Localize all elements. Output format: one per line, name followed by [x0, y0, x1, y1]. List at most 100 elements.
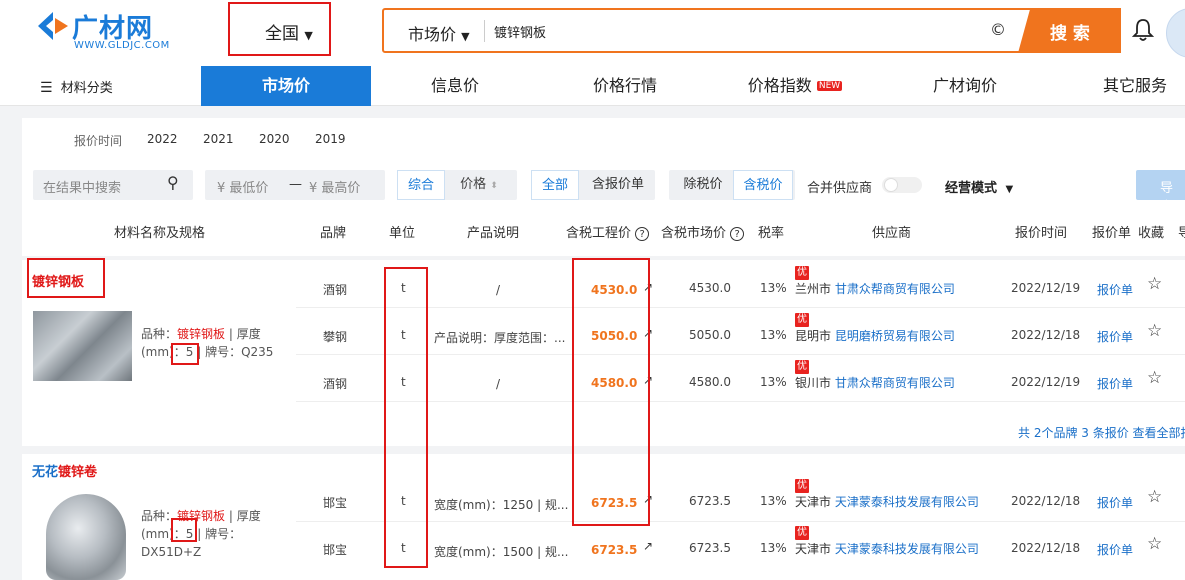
- region-selector[interactable]: 全国 ▼: [265, 19, 313, 44]
- tab-price-trend[interactable]: 价格行情: [580, 66, 670, 106]
- row1-city: 兰州市: [795, 282, 832, 296]
- row5-supplier-link[interactable]: 天津蒙泰科技发展有限公司: [835, 542, 979, 556]
- tax-filter-group: 除税价 含税价: [669, 170, 795, 200]
- search-input[interactable]: 镀锌钢板: [494, 22, 974, 41]
- row1-desc: /: [496, 283, 501, 297]
- sort-price[interactable]: 价格 ⬍: [449, 170, 509, 200]
- row2-date: 2022/12/18: [1011, 328, 1081, 342]
- year-2022[interactable]: 2022: [147, 132, 178, 146]
- col-export: 导: [1178, 226, 1185, 241]
- tab-market-price[interactable]: 市场价: [201, 66, 371, 106]
- region-label: 全国: [265, 24, 299, 44]
- row3-mkt-price: 4580.0: [689, 375, 731, 389]
- row-divider: [296, 401, 1185, 402]
- row3-unit: t: [401, 375, 406, 389]
- export-button[interactable]: 导出: [1136, 170, 1185, 215]
- row4-supplier-link[interactable]: 天津蒙泰科技发展有限公司: [835, 495, 979, 509]
- year-2019[interactable]: 2019: [315, 132, 346, 146]
- search-icon[interactable]: ⚲: [167, 173, 179, 192]
- row-divider: [296, 521, 1185, 522]
- spec-text: 品种：镀锌钢板 | 厚度(mm)：5 | 牌号：DX51D+Z: [141, 507, 291, 561]
- search-type-selector[interactable]: 市场价 ▼: [408, 21, 470, 45]
- row5-tax: 13%: [760, 541, 787, 555]
- row5-unit: t: [401, 541, 406, 555]
- filter-incl-tax[interactable]: 含税价: [733, 170, 793, 200]
- category-menu[interactable]: ☰ 材料分类: [40, 77, 113, 96]
- col-desc: 产品说明: [467, 226, 520, 241]
- trend-up-icon[interactable]: ↗: [643, 373, 653, 387]
- filter-excl-tax[interactable]: 除税价: [673, 170, 733, 200]
- row5-brand: 邯宝: [323, 543, 348, 557]
- row1-date: 2022/12/19: [1011, 281, 1081, 295]
- new-badge: NEW: [816, 81, 843, 91]
- search-button[interactable]: 搜 索: [1018, 8, 1121, 53]
- search-button-label: 搜 索: [1050, 24, 1090, 44]
- row4-quote-link[interactable]: 报价单: [1097, 494, 1133, 511]
- row4-tax: 13%: [760, 494, 787, 508]
- filter-with-quote[interactable]: 含报价单: [583, 170, 653, 200]
- preferred-badge: 优: [795, 479, 809, 493]
- price-range: ¥ 最低价 — ¥ 最高价: [205, 170, 385, 200]
- group-title-main: 镀锌卷: [58, 465, 98, 480]
- row4-supplier: 优 天津市 天津蒙泰科技发展有限公司: [795, 477, 979, 510]
- row3-date: 2022/12/19: [1011, 375, 1081, 389]
- clear-icon[interactable]: ©: [990, 20, 1006, 39]
- logo[interactable]: 广材网 WWW.GLDJC.COM: [34, 10, 174, 54]
- year-2021[interactable]: 2021: [203, 132, 234, 146]
- trend-up-icon[interactable]: ↗: [643, 280, 653, 294]
- tab-inquiry[interactable]: 广材询价: [920, 66, 1010, 106]
- preferred-badge: 优: [795, 266, 809, 280]
- row4-eng-price: 6723.5: [591, 496, 638, 510]
- tab-info-price[interactable]: 信息价: [410, 66, 500, 106]
- group-title[interactable]: 镀锌钢板: [32, 271, 84, 290]
- star-icon[interactable]: ☆: [1147, 487, 1162, 507]
- merge-supplier-toggle[interactable]: [882, 177, 922, 193]
- trend-up-icon[interactable]: ↗: [643, 492, 653, 506]
- sort-comprehensive[interactable]: 综合: [397, 170, 445, 200]
- row3-eng-price: 4580.0: [591, 376, 638, 390]
- row2-mkt-price: 5050.0: [689, 328, 731, 342]
- row4-brand: 邯宝: [323, 496, 348, 510]
- business-mode-select[interactable]: 经营模式 ▼: [945, 177, 1013, 196]
- logo-icon: [38, 12, 68, 40]
- row3-supplier-link[interactable]: 甘肃众帮商贸有限公司: [835, 376, 955, 390]
- star-icon[interactable]: ☆: [1147, 321, 1162, 341]
- category-label: 材料分类: [60, 81, 113, 96]
- help-icon[interactable]: ?: [635, 227, 650, 241]
- row-divider: [296, 354, 1185, 355]
- range-dash: —: [289, 177, 302, 192]
- row2-quote-link[interactable]: 报价单: [1097, 328, 1133, 345]
- bell-icon[interactable]: [1132, 18, 1154, 42]
- filter-all[interactable]: 全部: [531, 170, 579, 200]
- export-label: 导出: [1160, 181, 1174, 215]
- row1-quote-link[interactable]: 报价单: [1097, 281, 1133, 298]
- chevron-down-icon: ▼: [304, 29, 313, 42]
- max-price-input[interactable]: ¥ 最高价: [309, 177, 360, 196]
- trend-up-icon[interactable]: ↗: [643, 539, 653, 553]
- row2-unit: t: [401, 328, 406, 342]
- tab-other-services[interactable]: 其它服务: [1090, 66, 1180, 106]
- col-supplier: 供应商: [872, 226, 912, 241]
- result-search-placeholder: 在结果中搜索: [43, 181, 122, 196]
- star-icon[interactable]: ☆: [1147, 274, 1162, 294]
- row2-supplier-link[interactable]: 昆明磨桥贸易有限公司: [835, 329, 955, 343]
- row4-mkt-price: 6723.5: [689, 494, 731, 508]
- row5-supplier: 优 天津市 天津蒙泰科技发展有限公司: [795, 524, 979, 557]
- star-icon[interactable]: ☆: [1147, 368, 1162, 388]
- year-2020[interactable]: 2020: [259, 132, 290, 146]
- star-icon[interactable]: ☆: [1147, 534, 1162, 554]
- row3-quote-link[interactable]: 报价单: [1097, 375, 1133, 392]
- row1-tax: 13%: [760, 281, 787, 295]
- result-search-input[interactable]: 在结果中搜索 ⚲: [33, 170, 193, 200]
- help-icon[interactable]: ?: [730, 227, 745, 241]
- row1-supplier-link[interactable]: 甘肃众帮商贸有限公司: [835, 282, 955, 296]
- product-image-coil: [46, 494, 126, 580]
- col-favorite: 收藏: [1138, 226, 1165, 241]
- group-summary-link[interactable]: 共 2个品牌 3 条报价 查看全部报: [1018, 424, 1185, 441]
- row5-quote-link[interactable]: 报价单: [1097, 541, 1133, 558]
- trend-up-icon[interactable]: ↗: [643, 326, 653, 340]
- avatar[interactable]: [1166, 8, 1185, 58]
- group-title[interactable]: 无花镀锌卷: [32, 461, 97, 480]
- tab-price-index[interactable]: 价格指数 NEW: [742, 66, 848, 106]
- min-price-input[interactable]: ¥ 最低价: [217, 177, 268, 196]
